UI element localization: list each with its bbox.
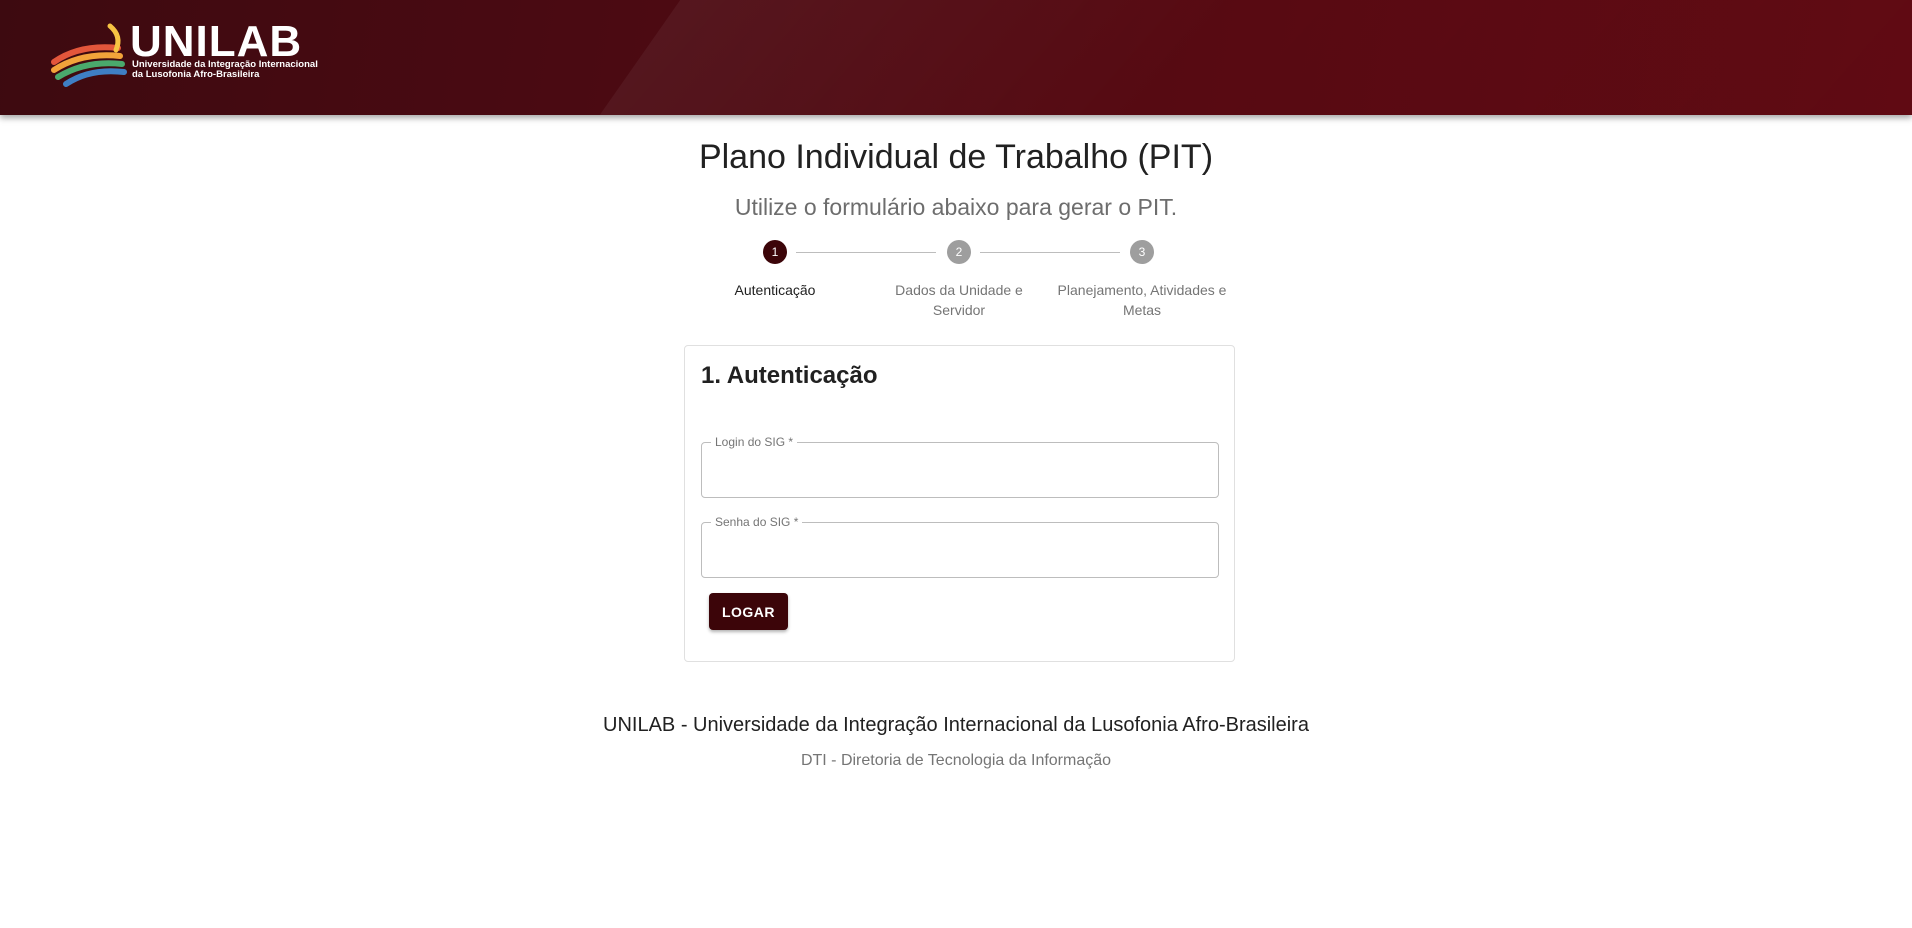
step-3-label[interactable]: Planejamento, Atividades e Metas xyxy=(1057,280,1227,320)
stepper-connector xyxy=(980,252,1120,253)
unilab-logo-icon xyxy=(51,23,127,87)
unilab-logo[interactable]: UNILAB Universidade da Integração Intern… xyxy=(50,20,350,88)
logo-subtitle-line2: da Lusofonia Afro-Brasileira xyxy=(132,69,260,80)
app-header: UNILAB Universidade da Integração Intern… xyxy=(0,0,1912,115)
header-decoration xyxy=(599,0,1912,115)
logo-subtitle: Universidade da Integração Internacional… xyxy=(132,60,352,80)
password-field[interactable]: Senha do SIG * xyxy=(701,515,1219,578)
page-title: Plano Individual de Trabalho (PIT) xyxy=(698,138,1214,176)
authentication-card: 1. Autenticação Login do SIG * Senha do … xyxy=(684,345,1235,662)
password-input[interactable] xyxy=(702,523,1218,577)
login-input[interactable] xyxy=(702,443,1218,497)
footer-department: DTI - Diretoria de Tecnologia da Informa… xyxy=(800,752,1112,769)
stepper: 1 2 3 Autenticação Dados da Unidade e Se… xyxy=(0,240,1912,320)
card-title: 1. Autenticação xyxy=(701,362,878,389)
step-1-label[interactable]: Autenticação xyxy=(690,280,860,300)
step-2-indicator[interactable]: 2 xyxy=(947,240,971,264)
login-field[interactable]: Login do SIG * xyxy=(701,435,1219,498)
stepper-connector xyxy=(796,252,936,253)
step-1-indicator[interactable]: 1 xyxy=(763,240,787,264)
step-3-indicator[interactable]: 3 xyxy=(1130,240,1154,264)
logo-wordmark: UNILAB xyxy=(130,17,303,66)
footer-institution: UNILAB - Universidade da Integração Inte… xyxy=(603,714,1309,736)
login-button[interactable]: LOGAR xyxy=(709,593,788,630)
step-2-label[interactable]: Dados da Unidade e Servidor xyxy=(874,280,1044,320)
page-subtitle: Utilize o formulário abaixo para gerar o… xyxy=(734,194,1178,220)
